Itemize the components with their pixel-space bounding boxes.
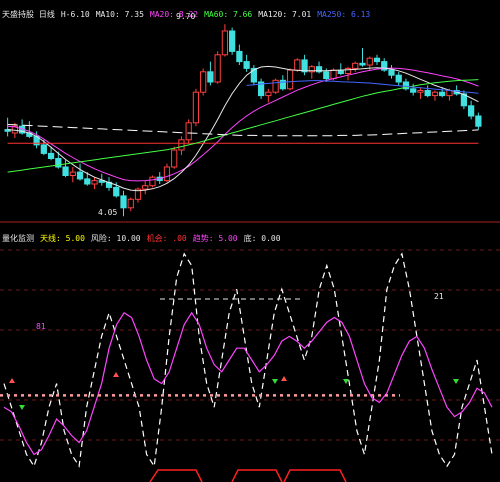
candle-body-29 (214, 54, 221, 83)
candle-body-5 (40, 144, 47, 154)
bottom-red-bars (149, 469, 347, 482)
indicator-legend-item-5: 底: 0.00 (243, 234, 281, 243)
candle-body-36 (265, 91, 272, 97)
ma-line-ma60 (7, 79, 479, 173)
up-arrow-2 (281, 376, 287, 381)
candle-body-24 (178, 139, 185, 151)
indicator-left-label: 81 (36, 322, 46, 331)
candle-body-41 (301, 59, 308, 73)
candle-body-45 (330, 69, 337, 80)
candle-body-12 (91, 180, 98, 185)
candle-body-10 (76, 171, 84, 180)
indicator-line-trend (3, 311, 493, 456)
up-arrow-0 (9, 378, 15, 383)
candle-body-27 (200, 71, 207, 93)
candle-body-39 (286, 69, 294, 90)
candle-body-33 (243, 61, 250, 69)
low-price-label: 4.05 (98, 208, 118, 217)
price-legend: 天盛持股 日线 H-6.10 MA10: 7.35 MA20: 8.22 MA60: 7… (2, 2, 376, 19)
candle-body-32 (236, 50, 243, 63)
candle-body-8 (62, 166, 69, 176)
price-legend-item-5: MA120: 7.01 (258, 10, 312, 19)
price-legend-item-4: MA60: 7.66 (204, 10, 253, 19)
candle-body-20 (149, 176, 156, 187)
candle-body-57 (417, 90, 424, 93)
candle-body-51 (373, 57, 381, 63)
down-arrow-2 (343, 379, 349, 384)
candle-body-49 (359, 62, 366, 66)
indicator-legend-item-2: 风险: 10.00 (90, 234, 141, 243)
candle-body-54 (395, 74, 402, 83)
candle-body-17 (127, 198, 134, 209)
candle-body-40 (294, 59, 301, 71)
candle-body-6 (47, 152, 55, 159)
candle-body-16 (120, 195, 127, 209)
down-arrow-0 (19, 405, 25, 410)
indicator-legend: 量化监测 天线: 5.00 风险: 10.00 机会: .00 趋势: 5.00 底: 0… (2, 226, 287, 243)
candle-body-23 (171, 149, 178, 168)
candle-body-31 (229, 30, 236, 52)
candle-body-56 (410, 88, 417, 93)
candle-body-65 (475, 115, 482, 127)
indicator-legend-item-0: 量化监测 (2, 234, 34, 243)
candle-body-19 (142, 185, 149, 190)
candle-body-22 (163, 166, 171, 182)
candle-body-50 (366, 57, 373, 66)
candle-body-15 (113, 186, 120, 197)
candle-body-11 (84, 178, 91, 185)
candle-body-47 (344, 67, 352, 75)
candle-body-28 (207, 71, 214, 83)
candle-body-44 (323, 71, 330, 80)
candle-body-25 (185, 122, 192, 141)
down-arrow-1 (272, 379, 278, 384)
candle-body-53 (388, 69, 395, 76)
candle-body-58 (424, 90, 431, 97)
price-legend-item-1: H-6.10 (60, 10, 90, 19)
price-legend-item-6: MA250: 6.13 (317, 10, 371, 19)
indicator-legend-item-4: 趋势: 5.00 (192, 234, 238, 243)
candle-body-9 (69, 171, 76, 177)
candle-body-64 (468, 105, 475, 117)
candle-body-48 (352, 62, 359, 69)
candle-body-30 (221, 30, 229, 56)
price-legend-item-2: MA10: 7.35 (95, 10, 144, 19)
down-arrow-3 (453, 379, 459, 384)
up-arrow-1 (113, 372, 119, 377)
candle-body-61 (446, 90, 453, 97)
price-legend-item-0: 天盛持股 日线 (2, 10, 55, 19)
candle-body-60 (439, 91, 446, 97)
indicator-legend-item-1: 天线: 5.00 (40, 234, 85, 243)
indicator-legend-item-3: 机会: .00 (146, 234, 187, 243)
high-price-label: 9.70 (176, 12, 196, 21)
indicator-line-dashed (3, 252, 493, 468)
candle-body-59 (431, 91, 439, 97)
candle-body-26 (192, 91, 200, 124)
indicator-right-label: 21 (434, 292, 444, 301)
